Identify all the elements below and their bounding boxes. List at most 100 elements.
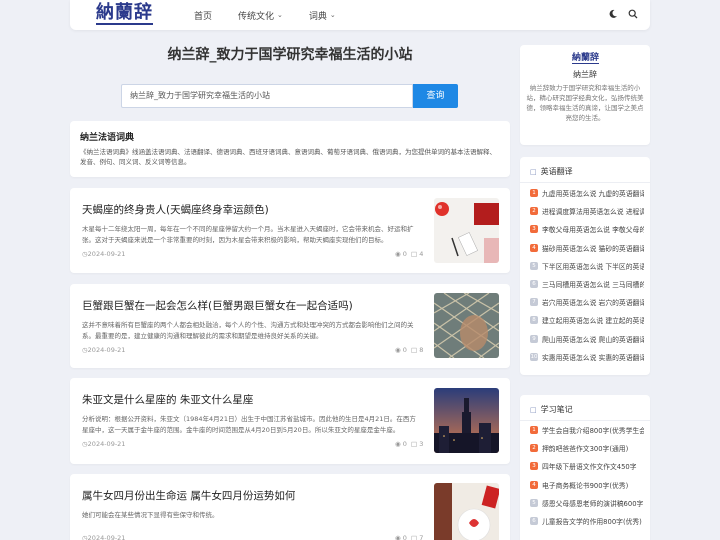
rank-badge: 3: [530, 462, 538, 471]
profile-name: 纳兰辞: [573, 70, 597, 79]
sidebar-item-label: 感恩父母感恩老师的演讲稿600字: [542, 499, 644, 508]
translate-widget: □ 英语翻译 1 九虚用英语怎么说 九虚的英语翻译 2 进程调度算法用英语怎么说 进程…: [520, 157, 650, 375]
sidebar-item-label: 九虚用英语怎么说 九虚的英语翻译: [542, 190, 644, 198]
view-count: 0: [402, 346, 407, 354]
rank-badge: 3: [530, 225, 538, 234]
rank-badge: 9: [530, 334, 538, 343]
view-count: 0: [402, 440, 407, 448]
rank-badge: 2: [530, 207, 538, 216]
comment-icon: □: [411, 440, 418, 448]
rank-badge: 4: [530, 243, 538, 252]
comment-icon: □: [411, 250, 418, 258]
sidebar-list-item[interactable]: 7 岩穴用英语怎么说 岩穴的英语翻译: [530, 297, 644, 307]
post-title[interactable]: 朱亚文是什么星座的 朱亚文什么星座: [82, 392, 422, 407]
post-date-text: 2024-09-21: [87, 534, 126, 540]
comment-count: 7: [419, 534, 424, 540]
sidebar-list-item[interactable]: 8 建立起用英语怎么说 建立起的英语翻译: [530, 315, 644, 325]
comment-count: 8: [419, 346, 424, 354]
sidebar-item-label: 下半区用英语怎么说 下半区的英语翻译: [542, 262, 644, 271]
dark-mode-moon-icon[interactable]: [608, 9, 618, 22]
post-thumbnail[interactable]: [434, 483, 499, 540]
comment-count: 3: [419, 440, 424, 448]
rank-badge: 5: [530, 261, 538, 270]
widget-title: 学习笔记: [540, 405, 573, 414]
eye-icon: ◉: [395, 440, 401, 448]
nav-item-culture[interactable]: 传统文化 ⌄: [238, 9, 283, 22]
rank-badge: 2: [530, 444, 538, 453]
post-card[interactable]: 天蝎座的终身贵人(天蝎座终身幸运颜色) 木星每十二年绕太阳一周，每年在一个不同的…: [70, 188, 510, 273]
post-excerpt: 木星每十二年绕太阳一周，每年在一个不同的星座停留大约一个月。当木星进入天蝎座时，…: [82, 225, 414, 244]
notes-widget: □ 学习笔记 1 学生会自我介绍800字(优秀学生会自我介绍) 2 押韵吧爸爸作文30…: [520, 395, 650, 540]
post-date: ◷2024-09-21: [82, 346, 125, 354]
chevron-down-icon: ⌄: [277, 11, 283, 19]
intro-title: 纳兰法语词典: [80, 133, 135, 143]
eye-icon: ◉: [395, 346, 401, 354]
sidebar-list-item[interactable]: 2 进程调度算法用英语怎么说 进程调度算法: [530, 206, 644, 216]
profile-card: 納蘭辞 纳兰辞 纳兰辞致力于国学研究和幸福生活的小站，精心研究国学经典文化，弘扬…: [520, 45, 650, 145]
post-card[interactable]: 朱亚文是什么星座的 朱亚文什么星座 分析说明：根据公开资料，朱亚文（1984年4…: [70, 378, 510, 464]
post-thumbnail[interactable]: [434, 198, 499, 263]
nav-item-dictionary[interactable]: 词典 ⌄: [309, 9, 336, 22]
rank-badge: 7: [530, 298, 538, 307]
sidebar-item-label: 押韵吧爸爸作文300字(通用): [542, 445, 629, 454]
search-icon[interactable]: [628, 9, 638, 22]
sidebar-item-label: 猫砂用英语怎么说 猫砂的英语翻译: [542, 244, 644, 253]
post-date-text: 2024-09-21: [87, 440, 126, 448]
sidebar-item-label: 儿童报告文学的作用800字(优秀): [542, 518, 642, 526]
nav-label: 词典: [308, 11, 327, 22]
sidebar-item-label: 实惠用英语怎么说 实惠的英语翻译: [542, 353, 644, 362]
post-title[interactable]: 天蝎座的终身贵人(天蝎座终身幸运颜色): [82, 202, 422, 217]
sidebar-list-item[interactable]: 2 押韵吧爸爸作文300字(通用): [530, 443, 644, 453]
post-card[interactable]: 属牛女四月份出生命运 属牛女四月份运势如何 她们可能会在某些情况下显得有些保守和…: [70, 474, 510, 540]
sidebar-list-item[interactable]: 3 李敬父母用英语怎么说 李敬父母的英语: [530, 224, 644, 234]
sidebar-item-label: 进程调度算法用英语怎么说 进程调度算法: [542, 208, 644, 217]
sidebar-item-label: 三马同槽用英语怎么说 三马同槽的英语: [542, 281, 644, 289]
sidebar-item-label: 建立起用英语怎么说 建立起的英语翻译: [542, 317, 644, 326]
post-title[interactable]: 巨蟹跟巨蟹在一起会怎么样(巨蟹男跟巨蟹女在一起合适吗): [82, 298, 422, 313]
chevron-down-icon: ⌄: [329, 11, 336, 19]
post-title[interactable]: 属牛女四月份出生命运 属牛女四月份运势如何: [82, 488, 422, 503]
nav-label: 传统文化: [238, 11, 275, 22]
rank-badge: 5: [530, 498, 538, 507]
page-title: 纳兰辞_致力于国学研究幸福生活的小站: [167, 47, 413, 63]
sidebar-list-item[interactable]: 5 下半区用英语怎么说 下半区的英语翻译: [530, 261, 644, 271]
sidebar-list-item[interactable]: 4 猫砂用英语怎么说 猫砂的英语翻译: [530, 243, 644, 253]
sidebar-list-item[interactable]: 4 电子商务概论书900字(优秀): [530, 480, 644, 490]
sidebar-item-label: 电子商务概论书900字(优秀): [542, 481, 629, 490]
post-stats: ◉ 0 □ 4: [395, 250, 423, 258]
rank-badge: 6: [530, 280, 538, 288]
sidebar-list-item[interactable]: 9 爬山用英语怎么说 爬山的英语翻译: [530, 334, 644, 344]
sidebar-list-item[interactable]: 1 九虚用英语怎么说 九虚的英语翻译: [530, 188, 644, 198]
widget-title: 英语翻译: [540, 167, 573, 176]
post-date-text: 2024-09-21: [87, 250, 126, 258]
post-thumbnail[interactable]: [434, 388, 499, 453]
chat-bubble-icon: □: [530, 167, 537, 176]
rank-badge: 10: [530, 352, 538, 361]
view-count: 0: [402, 534, 407, 540]
sidebar-list-item[interactable]: 10 实惠用英语怎么说 实惠的英语翻译: [530, 352, 644, 362]
post-thumbnail[interactable]: [434, 293, 499, 358]
sidebar-list-item[interactable]: 3 四年级下册语文作文作文450字: [530, 461, 644, 471]
post-card[interactable]: 巨蟹跟巨蟹在一起会怎么样(巨蟹男跟巨蟹女在一起合适吗) 这并不意味着所有巨蟹座的…: [70, 284, 510, 368]
rank-badge: 6: [530, 517, 538, 525]
sidebar-list-item[interactable]: 1 学生会自我介绍800字(优秀学生会自我介绍): [530, 425, 644, 435]
sidebar-item-label: 四年级下册语文作文作文450字: [542, 463, 637, 472]
sidebar-list-item[interactable]: 5 感恩父母感恩老师的演讲稿600字: [530, 498, 644, 508]
post-date: ◷2024-09-21: [82, 534, 125, 540]
widget-header: □ 学习笔记: [530, 404, 573, 415]
sidebar-list-item[interactable]: 6 儿童报告文学的作用800字(优秀): [530, 516, 644, 526]
rank-badge: 1: [530, 189, 538, 197]
comment-count: 4: [419, 250, 424, 258]
rank-badge: 4: [530, 480, 538, 489]
post-stats: ◉ 0 □ 7: [395, 534, 423, 540]
search-input[interactable]: 纳兰辞_致力于国学研究幸福生活的小站: [121, 84, 413, 108]
profile-description: 纳兰辞致力于国学研究和幸福生活的小站，精心研究国学经典文化，弘扬传统美德，领略幸…: [526, 84, 644, 122]
post-date-text: 2024-09-21: [87, 346, 126, 354]
sidebar-item-label: 学生会自我介绍800字(优秀学生会自我介绍): [542, 427, 644, 435]
sidebar-list-item[interactable]: 6 三马同槽用英语怎么说 三马同槽的英语: [530, 279, 644, 289]
site-logo[interactable]: 納蘭辞: [96, 3, 153, 25]
nav-item-home[interactable]: 首页: [194, 9, 212, 22]
post-excerpt: 分析说明：根据公开资料，朱亚文（1984年4月21日）出生于中国江苏省盐城市。因…: [82, 415, 416, 434]
search-button[interactable]: 查询: [413, 84, 458, 108]
eye-icon: ◉: [395, 250, 401, 258]
